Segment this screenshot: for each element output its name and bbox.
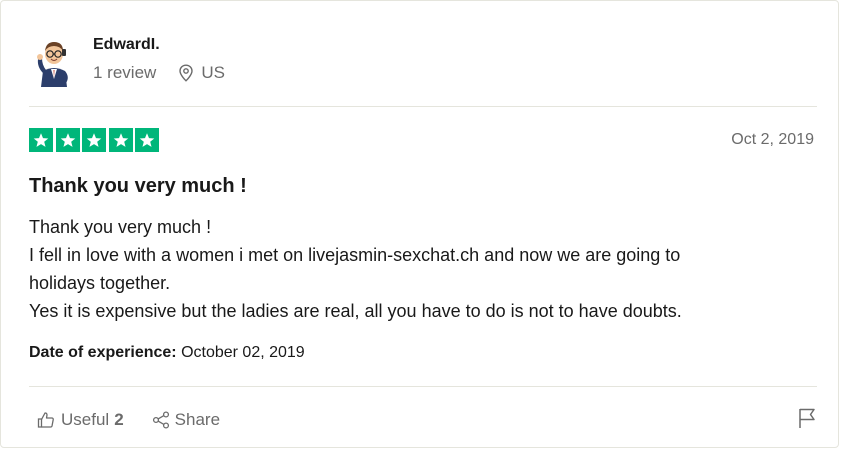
experience-date: October 02, 2019 [181, 344, 305, 361]
star-icon [135, 128, 159, 152]
review-title[interactable]: Thank you very much ! [29, 175, 247, 198]
useful-button[interactable]: Useful 2 [37, 410, 124, 430]
thumbs-up-icon [37, 411, 55, 429]
star-icon [29, 128, 53, 152]
share-icon [152, 411, 170, 429]
share-label: Share [174, 410, 221, 429]
reviewer-name[interactable]: EdwardI. [93, 36, 160, 54]
star-icon [108, 128, 133, 152]
flag-icon[interactable] [797, 407, 817, 434]
header-divider [29, 106, 817, 107]
review-body-line: Thank you very much ! [29, 217, 212, 237]
review-actions: Useful 2 Share [29, 407, 819, 433]
reviewer-meta: 1 review US [93, 63, 225, 83]
star-rating [29, 128, 162, 152]
review-body-line: I fell in love with a women i met on liv… [29, 245, 681, 265]
date-of-experience: Date of experience: October 02, 2019 [29, 344, 305, 362]
review-body-line: holidays together. [29, 273, 171, 293]
share-button[interactable]: Share [152, 410, 220, 430]
review-date: Oct 2, 2019 [731, 131, 814, 148]
review-card: EdwardI. 1 review US Oct 2, 2019 Thank y… [0, 0, 839, 448]
reviewer-country: US [201, 63, 225, 82]
star-icon [82, 128, 106, 152]
useful-count: 2 [114, 410, 124, 429]
star-icon [55, 128, 80, 152]
review-body-line: Yes it is expensive but the ladies are r… [29, 301, 682, 321]
location-pin-icon [178, 64, 194, 82]
review-body: Thank you very much ! I fell in love wit… [29, 213, 819, 325]
review-count: 1 review [93, 63, 157, 82]
footer-divider [29, 386, 817, 387]
useful-label: Useful [61, 410, 110, 429]
businessman-avatar-icon[interactable] [33, 37, 75, 91]
experience-label: Date of experience: [29, 344, 177, 361]
reviewer-header: EdwardI. 1 review US [29, 31, 819, 91]
